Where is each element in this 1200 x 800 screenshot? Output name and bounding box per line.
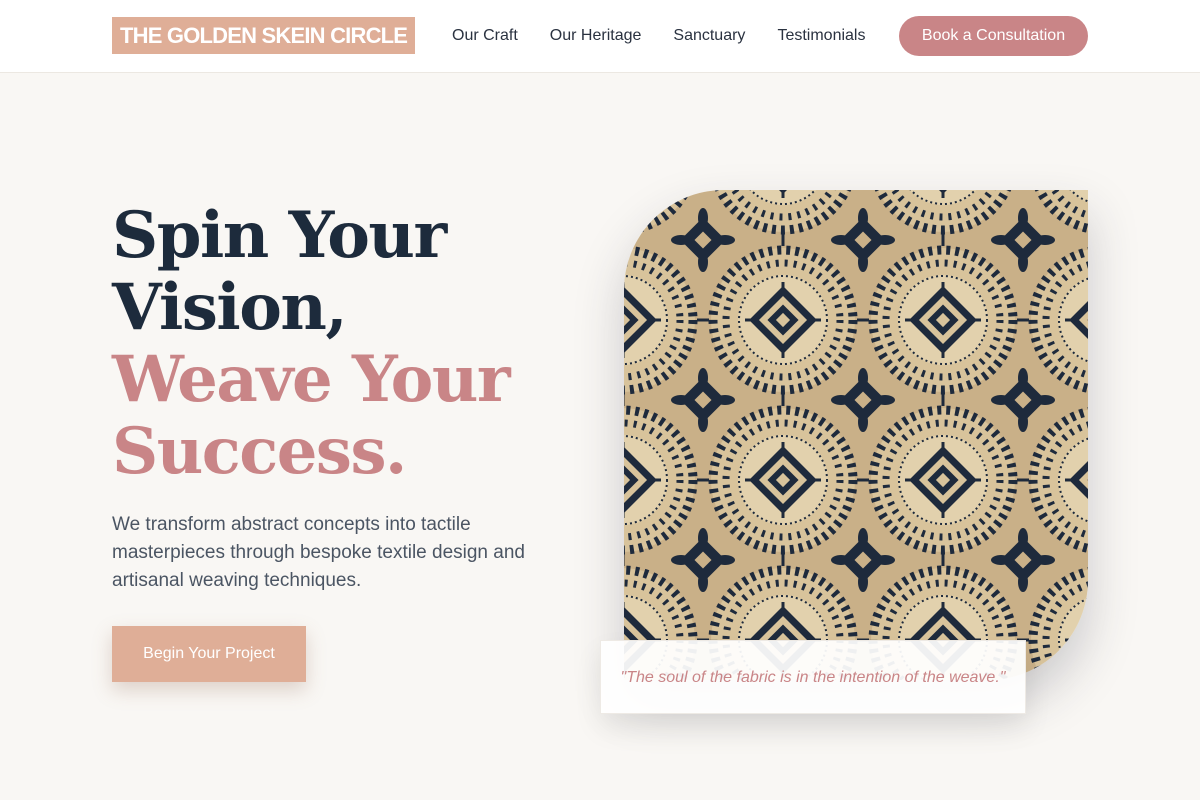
nav-item-sanctuary[interactable]: Sanctuary bbox=[673, 25, 745, 47]
hero-description: We transform abstract concepts into tact… bbox=[112, 514, 525, 591]
hero-headline: Spin Your Vision, Weave Your Success. bbox=[112, 198, 511, 489]
book-consultation-button[interactable]: Book a Consultation bbox=[899, 16, 1088, 56]
nav-item-our-heritage[interactable]: Our Heritage bbox=[550, 25, 642, 47]
headline-line-1: Spin Your bbox=[112, 198, 447, 273]
headline-line-2: Vision, bbox=[112, 270, 348, 345]
brand-logo[interactable]: THE GOLDEN SKEIN CIRCLE bbox=[112, 17, 416, 54]
main-nav: Our Craft Our Heritage Sanctuary Testimo… bbox=[452, 25, 865, 47]
headline-line-4: Success. bbox=[112, 414, 407, 489]
hero-quote: "The soul of the fabric is in the intent… bbox=[600, 640, 1026, 714]
begin-project-button[interactable]: Begin Your Project bbox=[112, 626, 306, 682]
textile-pattern-image bbox=[624, 190, 1088, 680]
nav-item-testimonials[interactable]: Testimonials bbox=[777, 25, 865, 47]
damask-pattern-graphic bbox=[624, 190, 1088, 680]
site-header: THE GOLDEN SKEIN CIRCLE Our Craft Our He… bbox=[0, 0, 1200, 73]
headline-line-3: Weave Your bbox=[112, 342, 511, 417]
nav-item-our-craft[interactable]: Our Craft bbox=[452, 25, 518, 47]
